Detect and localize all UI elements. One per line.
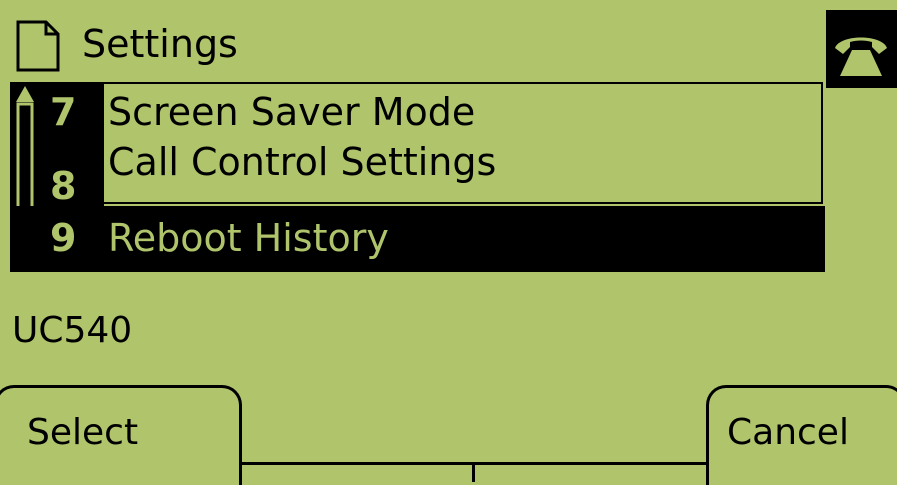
page-title: Settings xyxy=(82,22,238,66)
cancel-softkey[interactable]: Cancel xyxy=(706,385,897,485)
document-icon xyxy=(14,20,62,72)
header-bar: Settings xyxy=(0,0,897,78)
menu-item-call-control-settings[interactable]: 8 Call Control Settings xyxy=(10,140,825,210)
menu-item-number: 8 xyxy=(50,164,77,208)
menu-item-number: 9 xyxy=(50,216,77,260)
menu-item-reboot-history[interactable]: 9 Reboot History xyxy=(10,206,825,272)
status-text: UC540 xyxy=(12,310,133,351)
menu-item-number: 7 xyxy=(50,90,77,134)
phone-line-indicator xyxy=(826,10,897,88)
phone-handset-icon xyxy=(835,37,887,76)
menu-item-label: Reboot History xyxy=(108,216,389,260)
settings-menu: 7 Screen Saver Mode 8 Call Control Setti… xyxy=(10,82,825,272)
select-softkey[interactable]: Select xyxy=(0,385,242,485)
select-softkey-label: Select xyxy=(27,412,139,453)
cancel-softkey-label: Cancel xyxy=(727,412,849,453)
softkey-blank-2[interactable] xyxy=(472,462,708,482)
softkey-blank-1[interactable] xyxy=(239,462,475,482)
menu-item-label: Call Control Settings xyxy=(108,140,497,184)
menu-item-label: Screen Saver Mode xyxy=(108,90,476,134)
